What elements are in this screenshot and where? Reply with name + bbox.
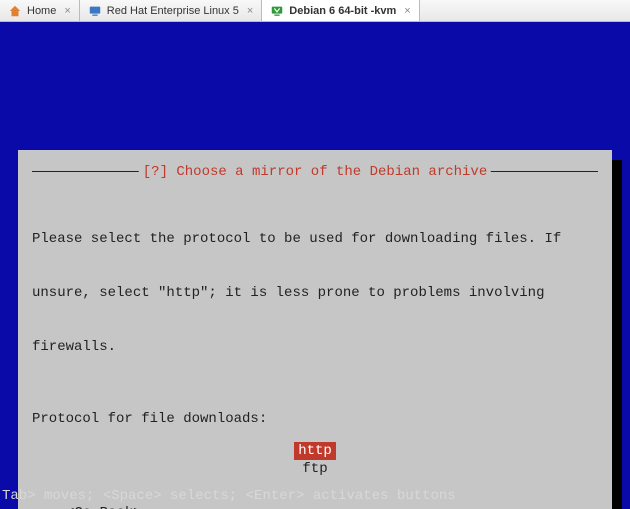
close-icon[interactable]: × bbox=[64, 5, 70, 17]
tab-bar: Home × Red Hat Enterprise Linux 5 × Debi… bbox=[0, 0, 630, 22]
installer-console: [?] Choose a mirror of the Debian archiv… bbox=[0, 22, 630, 509]
mirror-protocol-dialog: [?] Choose a mirror of the Debian archiv… bbox=[18, 150, 612, 509]
tab-home[interactable]: Home × bbox=[0, 0, 80, 21]
protocol-option-ftp[interactable]: ftp bbox=[298, 460, 331, 478]
close-icon[interactable]: × bbox=[404, 5, 410, 17]
tab-label: Debian 6 64-bit -kvm bbox=[289, 5, 396, 17]
tab-debian6[interactable]: Debian 6 64-bit -kvm × bbox=[262, 0, 419, 21]
vm-icon bbox=[88, 4, 102, 18]
dialog-body-line: Please select the protocol to be used fo… bbox=[32, 230, 598, 248]
close-icon[interactable]: × bbox=[247, 5, 253, 17]
protocol-option-list: http ftp bbox=[32, 442, 598, 478]
dialog-title: [?] Choose a mirror of the Debian archiv… bbox=[139, 163, 491, 181]
protocol-option-http[interactable]: http bbox=[294, 442, 336, 460]
key-hint-bar: Tab> moves; <Space> selects; <Enter> act… bbox=[0, 487, 456, 505]
dialog-prompt: Protocol for file downloads: bbox=[32, 410, 598, 428]
vm-icon bbox=[270, 4, 284, 18]
dialog-body-line: unsure, select "http"; it is less prone … bbox=[32, 284, 598, 302]
dialog-body-line: firewalls. bbox=[32, 338, 598, 356]
dialog-title-row: [?] Choose a mirror of the Debian archiv… bbox=[32, 171, 598, 189]
tab-label: Red Hat Enterprise Linux 5 bbox=[107, 5, 239, 17]
home-icon bbox=[8, 4, 22, 18]
dialog-body: Please select the protocol to be used fo… bbox=[32, 194, 598, 392]
tab-label: Home bbox=[27, 5, 56, 17]
tab-rhel5[interactable]: Red Hat Enterprise Linux 5 × bbox=[80, 0, 263, 21]
dialog-wrap: [?] Choose a mirror of the Debian archiv… bbox=[18, 150, 612, 509]
